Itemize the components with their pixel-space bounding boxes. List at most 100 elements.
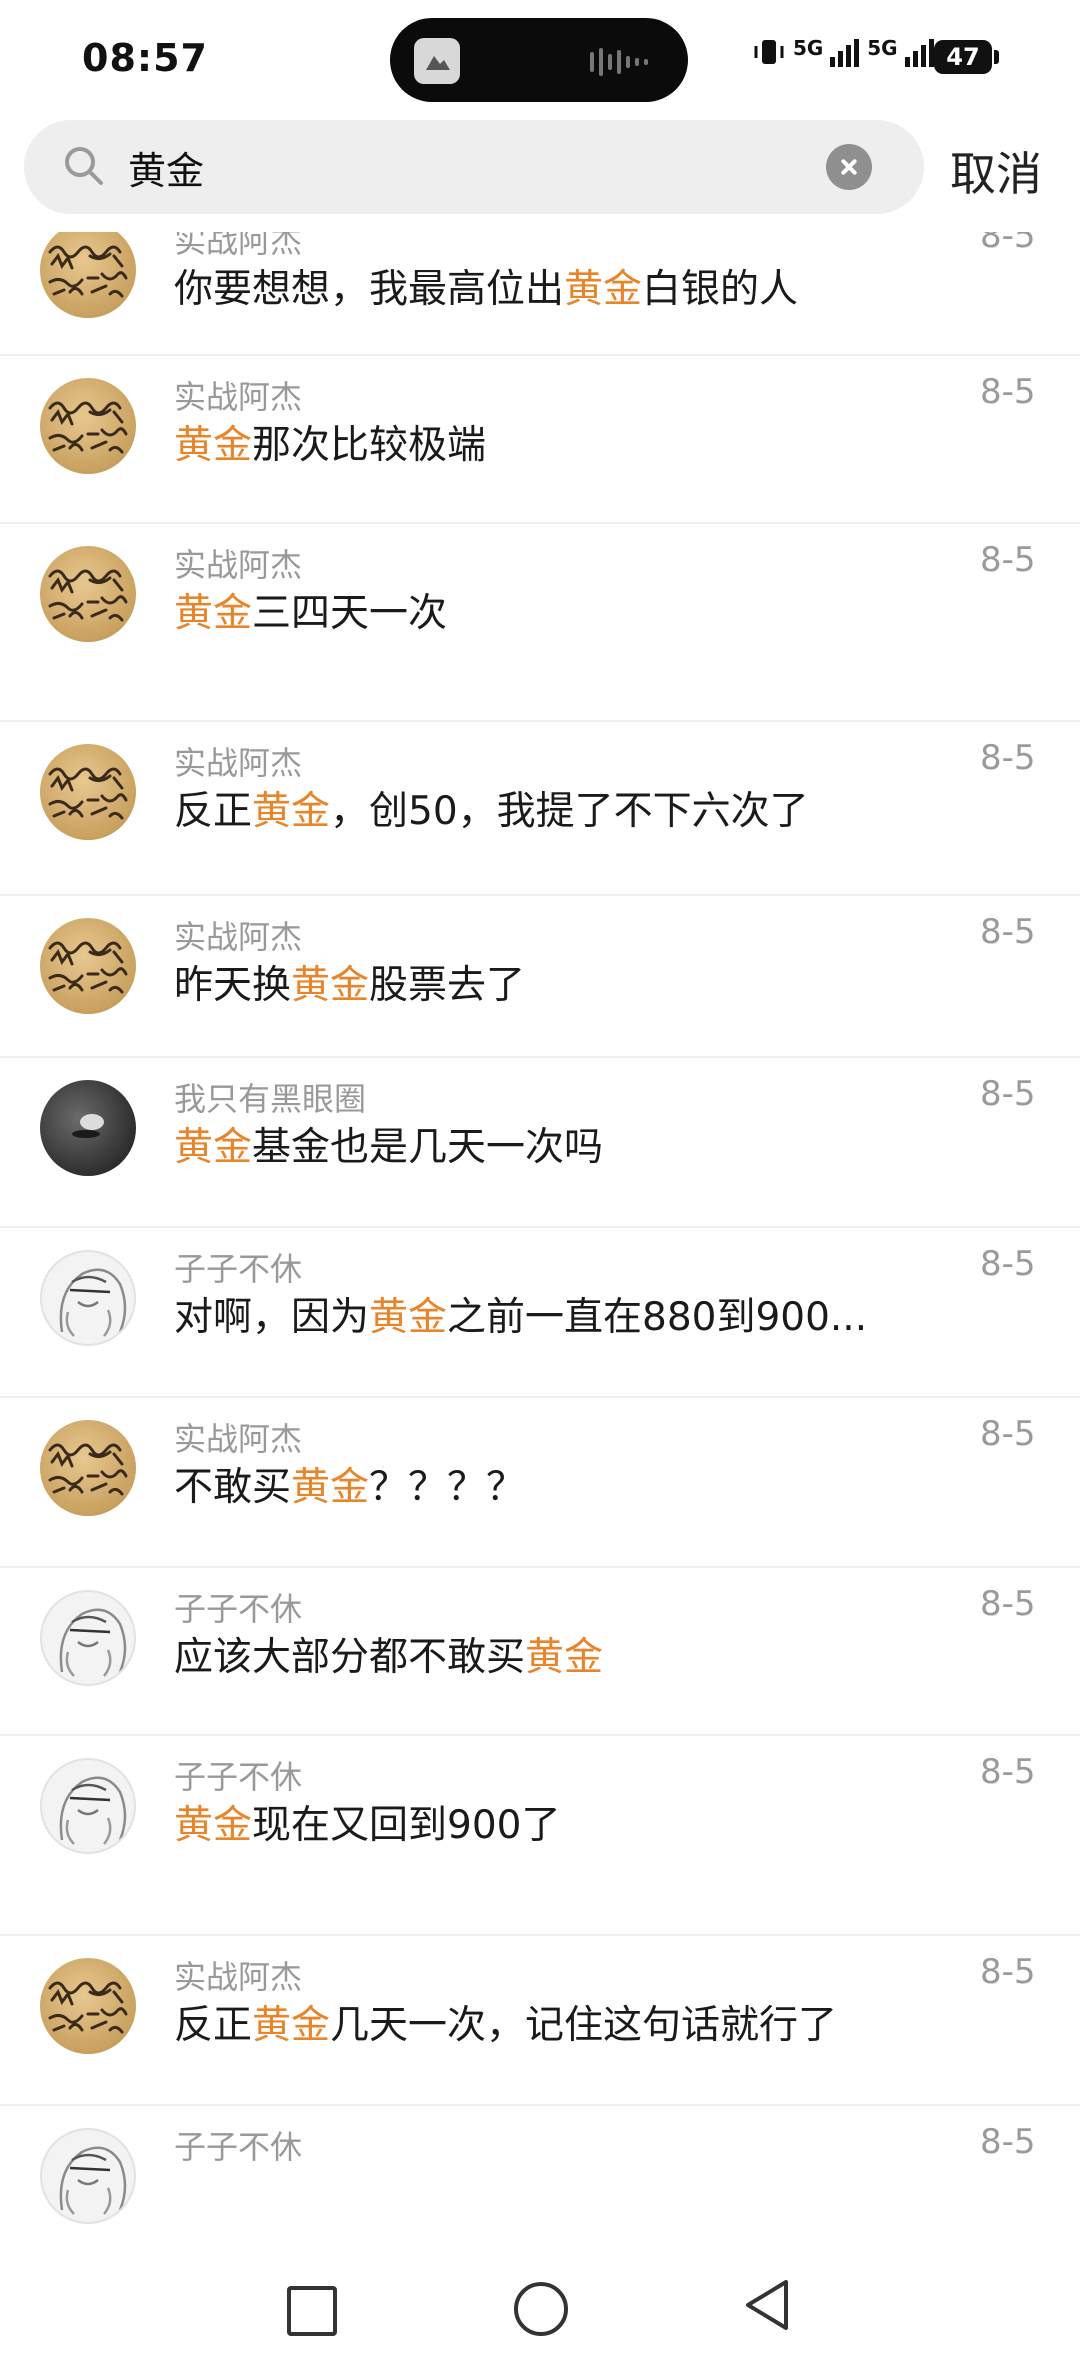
message-date: 8-5 — [980, 232, 1036, 256]
list-item[interactable]: 子子不休 8-5 对啊，因为黄金之前一直在880到900... — [0, 1228, 1080, 1398]
signal-icon — [904, 39, 934, 67]
keyword-highlight: 黄金 — [291, 1465, 370, 1510]
dynamic-island[interactable] — [390, 18, 688, 102]
keyword-highlight: 黄金 — [252, 789, 331, 834]
clear-icon[interactable] — [826, 144, 872, 190]
sender-name: 实战阿杰 — [174, 1958, 303, 1996]
message-text: 黄金三四天一次 — [174, 582, 447, 638]
home-circle-icon[interactable] — [514, 2282, 568, 2336]
cancel-button[interactable]: 取消 — [950, 138, 1042, 204]
avatar[interactable] — [40, 744, 136, 840]
sender-name: 实战阿杰 — [174, 378, 303, 416]
calligraphy-pattern — [48, 1981, 128, 2034]
audio-wave-icon — [590, 48, 648, 76]
avatar[interactable] — [40, 918, 136, 1014]
search-icon — [65, 147, 103, 185]
keyword-highlight: 黄金 — [252, 2003, 331, 2048]
vibrate-icon — [754, 40, 784, 64]
keyword-highlight: 黄金 — [525, 1635, 604, 1680]
dark-photo — [72, 1114, 104, 1138]
calligraphy-pattern — [48, 767, 128, 820]
message-text-pre: 应该大部分都不敢买 — [174, 1635, 526, 1680]
list-item[interactable]: 实战阿杰 8-5 黄金那次比较极端 — [0, 356, 1080, 524]
message-date: 8-5 — [980, 1752, 1036, 1792]
avatar[interactable] — [40, 1958, 136, 2054]
message-text-post: 白银的人 — [642, 267, 799, 312]
list-item[interactable]: 实战阿杰 8-5 不敢买黄金？？？？ — [0, 1398, 1080, 1568]
back-triangle-icon[interactable] — [742, 2278, 792, 2332]
message-text-post: 三四天一次 — [252, 591, 448, 636]
list-item[interactable]: 子子不休 8-5 — [0, 2106, 1080, 2250]
status-bar: 08:57 5G 5G 47 — [0, 0, 1080, 120]
list-item[interactable]: 子子不休 8-5 应该大部分都不敢买黄金 — [0, 1568, 1080, 1736]
avatar[interactable] — [40, 1758, 136, 1854]
message-date: 8-5 — [980, 1584, 1036, 1624]
message-text: 不敢买黄金？？？？ — [174, 1456, 525, 1512]
calligraphy-pattern — [48, 401, 128, 454]
avatar[interactable] — [40, 1420, 136, 1516]
avatar[interactable] — [40, 546, 136, 642]
sketch-portrait — [59, 2146, 127, 2215]
list-item[interactable]: 实战阿杰 8-5 你要想想，我最高位出黄金白银的人 — [0, 232, 1080, 356]
calligraphy-pattern — [48, 1443, 128, 1496]
signal-icon — [830, 39, 860, 67]
sender-name: 实战阿杰 — [174, 1420, 303, 1458]
list-item[interactable]: 子子不休 8-5 黄金现在又回到900了 — [0, 1736, 1080, 1936]
message-text: 黄金现在又回到900了 — [174, 1794, 560, 1850]
calligraphy-pattern — [48, 245, 128, 298]
message-text-pre: 你要想想，我最高位出 — [174, 267, 565, 312]
message-date: 8-5 — [980, 540, 1036, 580]
network-label-2: 5G — [867, 36, 898, 60]
message-text-pre: 对啊，因为 — [174, 1295, 370, 1340]
message-text-pre: 昨天换 — [174, 963, 292, 1008]
keyword-highlight: 黄金 — [174, 1803, 253, 1848]
keyword-highlight: 黄金 — [564, 267, 643, 312]
sender-name: 子子不休 — [174, 2128, 303, 2166]
message-text: 黄金基金也是几天一次吗 — [174, 1116, 603, 1172]
list-item[interactable]: 实战阿杰 8-5 昨天换黄金股票去了 — [0, 896, 1080, 1058]
list-item[interactable]: 我只有黑眼圈 8-5 黄金基金也是几天一次吗 — [0, 1058, 1080, 1228]
message-text: 反正黄金几天一次，记住这句话就行了 — [174, 1994, 837, 2050]
message-text-post: ？？？？ — [369, 1465, 526, 1510]
message-text: 昨天换黄金股票去了 — [174, 954, 525, 1010]
sender-name: 子子不休 — [174, 1250, 303, 1288]
calligraphy-pattern — [48, 941, 128, 994]
list-item[interactable]: 实战阿杰 8-5 黄金三四天一次 — [0, 524, 1080, 722]
search-input[interactable]: 黄金 — [24, 120, 924, 214]
avatar[interactable] — [40, 1080, 136, 1176]
sender-name: 子子不休 — [174, 1758, 303, 1796]
search-query[interactable]: 黄金 — [128, 140, 204, 195]
system-indicators: 5G 5G — [752, 36, 935, 68]
media-thumbnail-icon — [414, 38, 460, 84]
message-date: 8-5 — [980, 738, 1036, 778]
message-text-post: 之前一直在880到900... — [447, 1295, 868, 1340]
avatar[interactable] — [40, 378, 136, 474]
battery-icon: 47 — [934, 40, 992, 74]
sender-name: 实战阿杰 — [174, 546, 303, 584]
sender-name: 实战阿杰 — [174, 744, 303, 782]
sender-name: 实战阿杰 — [174, 918, 303, 956]
message-text: 对啊，因为黄金之前一直在880到900... — [174, 1286, 867, 1342]
network-label-1: 5G — [792, 36, 824, 60]
keyword-highlight: 黄金 — [174, 423, 253, 468]
keyword-highlight: 黄金 — [174, 591, 253, 636]
avatar[interactable] — [40, 232, 136, 318]
message-text-post: 股票去了 — [369, 963, 526, 1008]
message-date: 8-5 — [980, 912, 1036, 952]
message-text-post: ，创50，我提了不下六次了 — [330, 789, 809, 834]
sender-name: 子子不休 — [174, 1590, 303, 1628]
message-text: 黄金那次比较极端 — [174, 414, 486, 470]
message-date: 8-5 — [980, 1952, 1036, 1992]
battery-tip — [994, 50, 999, 64]
search-results-list[interactable]: 实战阿杰 8-5 你要想想，我最高位出黄金白银的人 实战阿杰 8-5 黄金那次比较极端 实战… — [0, 232, 1080, 2250]
message-text-post: 几天一次，记住这句话就行了 — [330, 2003, 838, 2048]
list-item[interactable]: 实战阿杰 8-5 反正黄金几天一次，记住这句话就行了 — [0, 1936, 1080, 2106]
avatar[interactable] — [40, 2128, 136, 2224]
message-date: 8-5 — [980, 372, 1036, 412]
avatar[interactable] — [40, 1250, 136, 1346]
avatar[interactable] — [40, 1590, 136, 1686]
recents-square-icon[interactable] — [287, 2286, 337, 2336]
message-text-post: 那次比较极端 — [252, 423, 487, 468]
list-item[interactable]: 实战阿杰 8-5 反正黄金，创50，我提了不下六次了 — [0, 722, 1080, 896]
message-date: 8-5 — [980, 1244, 1036, 1284]
